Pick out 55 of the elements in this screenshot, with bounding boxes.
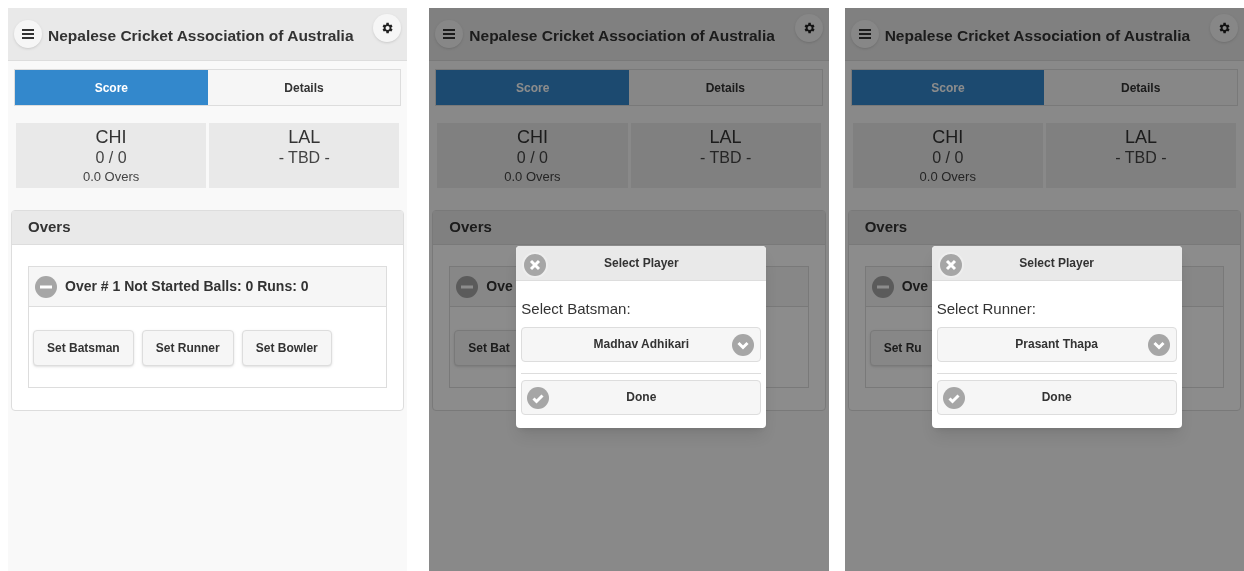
team-name: CHI xyxy=(932,126,964,148)
app-title: Nepalese Cricket Association of Australia xyxy=(469,26,776,47)
card-title: Overs xyxy=(28,217,71,238)
team-score: - TBD - xyxy=(1115,148,1167,168)
menu-button[interactable] xyxy=(435,20,464,48)
check-icon xyxy=(942,386,965,409)
minus-icon xyxy=(871,275,894,298)
team-overs: 0.0 Overs xyxy=(504,168,561,186)
player-select[interactable]: Madhav Adhikari xyxy=(521,326,762,362)
team-score: 0 / 0 xyxy=(95,148,127,168)
card-title: Overs xyxy=(864,217,908,238)
app-title: Nepalese Cricket Association of Australia xyxy=(48,26,355,47)
menu-icon xyxy=(858,29,871,39)
team-overs: 0.0 Overs xyxy=(82,168,140,186)
card-title: Overs xyxy=(449,217,492,238)
dropdown-icon xyxy=(1147,333,1170,356)
app-title: Nepalese Cricket Association of Australia xyxy=(884,26,1192,47)
team-name: CHI xyxy=(95,126,127,148)
over-summary: Over # 1 Not Started Balls: 0 Runs: 0 xyxy=(65,277,309,296)
team-name: LAL xyxy=(288,126,321,148)
tab[interactable]: Score xyxy=(15,70,208,105)
settings-button[interactable] xyxy=(373,14,402,42)
team-name: LAL xyxy=(709,126,742,148)
team-name: CHI xyxy=(516,126,548,148)
settings-icon xyxy=(1217,21,1231,35)
team-score: 0 / 0 xyxy=(516,148,548,168)
done-button[interactable]: Done xyxy=(521,379,762,415)
dialog-title: Select Player xyxy=(603,255,679,272)
menu-icon xyxy=(22,29,34,39)
team-name: LAL xyxy=(1124,126,1157,148)
over-header[interactable]: Over # 1 Not Started Balls: 0 Runs: 0 xyxy=(29,267,387,307)
menu-button[interactable] xyxy=(14,20,42,48)
close-icon xyxy=(939,254,962,276)
player-select[interactable]: Prasant Thapa xyxy=(936,326,1177,362)
menu-button[interactable] xyxy=(850,20,879,48)
team-score: - TBD - xyxy=(699,148,752,168)
settings-icon xyxy=(380,21,395,35)
team-overs: 0.0 Overs xyxy=(919,168,976,186)
minus-icon xyxy=(456,275,479,298)
close-icon xyxy=(524,254,547,276)
minus-icon xyxy=(35,275,57,298)
team-score: 0 / 0 xyxy=(932,148,964,168)
team-score: - TBD - xyxy=(278,148,330,168)
set-player-button[interactable]: Set Bowler xyxy=(241,330,332,366)
field-label: Select Runner: xyxy=(936,299,1037,319)
field-label: Select Batsman: xyxy=(521,299,632,319)
done-button[interactable]: Done xyxy=(936,379,1177,415)
dropdown-icon xyxy=(732,333,755,356)
dialog-title: Select Player xyxy=(1019,255,1094,272)
check-icon xyxy=(527,386,550,409)
set-player-button[interactable]: Set Batsman xyxy=(33,330,134,366)
menu-icon xyxy=(443,29,456,39)
set-player-button[interactable]: Set Runner xyxy=(141,330,234,366)
over-summary: Ove xyxy=(486,277,513,296)
over-summary: Ove xyxy=(901,277,929,296)
